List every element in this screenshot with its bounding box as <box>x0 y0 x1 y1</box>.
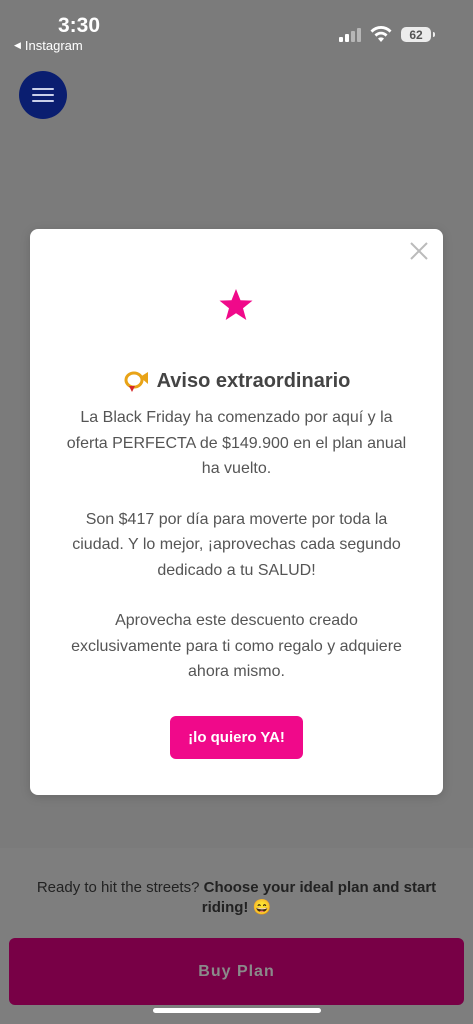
modal-paragraph: La Black Friday ha comenzado por aquí y … <box>66 409 407 477</box>
modal-body: La Black Friday ha comenzado por aquí y … <box>60 405 413 710</box>
back-to-instagram-link[interactable]: ◀ Instagram <box>14 38 83 53</box>
postal-horn-icon <box>124 371 148 392</box>
ready-text: Ready to hit the streets? Choose your id… <box>30 878 443 918</box>
modal-paragraph: Son $417 por día para moverte por toda l… <box>72 510 401 579</box>
home-indicator[interactable] <box>153 1008 321 1013</box>
grin-emoji-icon: 😄 <box>252 899 272 916</box>
star-icon <box>219 289 253 320</box>
cta-button[interactable]: ¡lo quiero YA! <box>170 716 303 759</box>
status-bar: 3:30 ◀ Instagram 62 <box>0 0 473 60</box>
back-arrow-icon: ◀ <box>14 40 21 50</box>
menu-button[interactable] <box>19 71 67 119</box>
close-icon[interactable] <box>409 241 429 261</box>
modal-paragraph: Aprovecha este descuento creado exclusiv… <box>71 612 402 680</box>
clock: 3:30 <box>58 14 101 37</box>
bottom-panel: Ready to hit the streets? Choose your id… <box>0 848 473 1024</box>
buy-plan-button[interactable]: Buy Plan <box>9 938 464 1005</box>
modal-title: Aviso extraordinario <box>30 369 443 393</box>
promo-modal: Aviso extraordinario La Black Friday ha … <box>30 229 443 795</box>
ready-text-bold: Choose your ideal plan and start riding! <box>201 879 437 916</box>
cellular-signal-icon <box>339 28 361 42</box>
back-app-label: Instagram <box>24 38 83 53</box>
modal-title-text: Aviso extraordinario <box>156 369 351 392</box>
ready-text-prefix: Ready to hit the streets? <box>36 879 204 896</box>
battery-icon: 62 <box>401 27 435 42</box>
wifi-icon <box>370 26 392 42</box>
